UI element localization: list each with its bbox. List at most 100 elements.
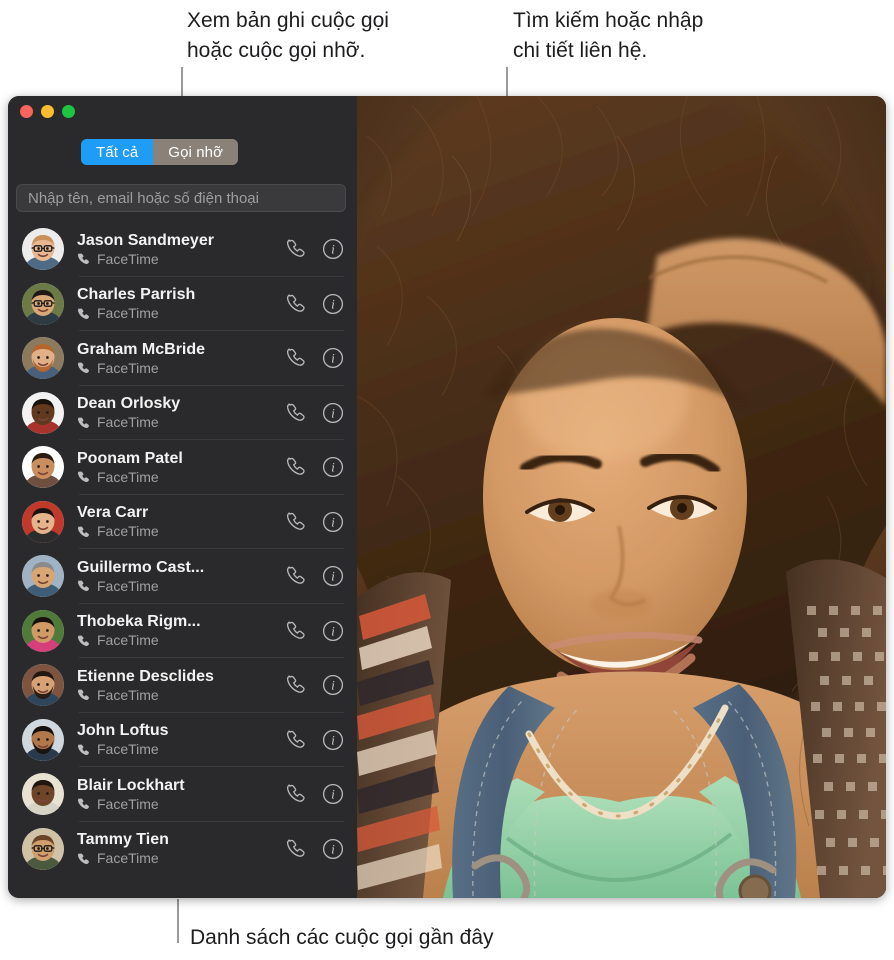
call-button[interactable] (286, 347, 308, 369)
info-button[interactable]: i (322, 402, 344, 424)
tab-all-calls[interactable]: Tất cả (81, 139, 154, 165)
info-button[interactable]: i (322, 729, 344, 751)
row-actions: i (286, 402, 344, 424)
call-button[interactable] (286, 238, 308, 260)
call-button[interactable] (286, 674, 308, 696)
call-button[interactable] (286, 620, 308, 642)
info-button[interactable]: i (322, 293, 344, 315)
info-button[interactable]: i (322, 620, 344, 642)
contact-service-label: FaceTime (97, 795, 159, 812)
avatar-image (22, 500, 64, 543)
info-button[interactable]: i (322, 347, 344, 369)
info-button[interactable]: i (322, 565, 344, 587)
contact-row[interactable]: Tammy Tien FaceTime i (8, 822, 357, 877)
info-icon: i (322, 784, 344, 805)
info-button[interactable]: i (322, 783, 344, 805)
contact-info: Thobeka Rigm... FaceTime (77, 612, 286, 649)
contact-name: John Loftus (77, 722, 169, 740)
contact-name: Thobeka Rigm... (77, 613, 201, 631)
contact-service-label: FaceTime (97, 741, 159, 758)
contact-row[interactable]: Graham McBride FaceTime i (8, 331, 357, 386)
call-button[interactable] (286, 783, 308, 805)
row-actions: i (286, 238, 344, 260)
contact-service-label: FaceTime (97, 577, 159, 594)
call-button[interactable] (286, 838, 308, 860)
svg-text:i: i (331, 570, 335, 584)
row-actions: i (286, 783, 344, 805)
info-button[interactable]: i (322, 674, 344, 696)
phone-handset-icon (77, 579, 91, 593)
contact-name: Poonam Patel (77, 449, 183, 467)
phone-handset-icon (77, 307, 91, 321)
contact-info: Vera Carr FaceTime (77, 503, 286, 540)
contact-row[interactable]: Blair Lockhart FaceTime i (8, 767, 357, 822)
avatar-image (22, 391, 64, 434)
contact-name: Dean Orlosky (77, 395, 181, 413)
contact-row[interactable]: Guillermo Cast... FaceTime i (8, 549, 357, 604)
phone-handset-icon (77, 580, 89, 592)
contact-service: FaceTime (77, 469, 286, 486)
video-call-image (357, 96, 886, 898)
svg-text:i: i (331, 733, 335, 747)
call-button[interactable] (286, 293, 308, 315)
close-window-button[interactable] (20, 105, 33, 118)
contact-service: FaceTime (77, 523, 286, 540)
contact-row[interactable]: Dean Orlosky FaceTime i (8, 386, 357, 441)
info-button[interactable]: i (322, 511, 344, 533)
contact-row[interactable]: Jason Sandmeyer FaceTime i (8, 222, 357, 277)
call-button[interactable] (286, 402, 308, 424)
zoom-window-button[interactable] (62, 105, 75, 118)
info-icon: i (322, 457, 344, 478)
phone-handset-icon (286, 784, 305, 803)
contact-name: Guillermo Cast... (77, 558, 205, 576)
search-field[interactable]: Nhập tên, email hoặc số điện thoại (16, 184, 346, 212)
contact-service-label: FaceTime (97, 523, 159, 540)
info-button[interactable]: i (322, 238, 344, 260)
phone-handset-icon (77, 361, 91, 375)
callout-list-text: Danh sách các cuộc gọi gần đây (190, 926, 494, 949)
avatar (22, 446, 64, 489)
contact-row[interactable]: Charles Parrish FaceTime i (8, 277, 357, 332)
call-button[interactable] (286, 511, 308, 533)
info-icon: i (322, 348, 344, 369)
svg-text:i: i (331, 297, 335, 311)
svg-text:i: i (331, 679, 335, 693)
search-input-placeholder[interactable]: Nhập tên, email hoặc số điện thoại (28, 190, 259, 207)
contact-service-label: FaceTime (97, 250, 159, 267)
info-button[interactable]: i (322, 456, 344, 478)
phone-handset-icon (77, 689, 89, 701)
contact-row[interactable]: Vera Carr FaceTime i (8, 495, 357, 550)
avatar (22, 391, 64, 434)
contact-info: Poonam Patel FaceTime (77, 449, 286, 486)
avatar (22, 609, 64, 652)
contact-row[interactable]: Thobeka Rigm... FaceTime i (8, 604, 357, 659)
phone-handset-icon (77, 253, 89, 265)
phone-handset-icon (77, 744, 89, 755)
call-filter-segmented-control[interactable]: Tất cả Gọi nhỡ (81, 139, 239, 165)
contact-row[interactable]: John Loftus FaceTime i (8, 713, 357, 768)
row-actions: i (286, 293, 344, 315)
avatar-image (22, 555, 64, 598)
call-button[interactable] (286, 456, 308, 478)
avatar-image (22, 718, 64, 761)
phone-handset-icon (77, 252, 91, 266)
row-actions: i (286, 511, 344, 533)
phone-handset-icon (77, 471, 89, 483)
contact-row[interactable]: Poonam Patel FaceTime i (8, 440, 357, 495)
avatar-image (22, 664, 64, 707)
phone-handset-icon (77, 635, 89, 646)
minimize-window-button[interactable] (41, 105, 54, 118)
row-actions: i (286, 674, 344, 696)
phone-handset-icon (286, 620, 305, 639)
call-button[interactable] (286, 565, 308, 587)
info-icon: i (322, 838, 344, 859)
info-icon: i (322, 239, 344, 260)
call-button[interactable] (286, 729, 308, 751)
info-button[interactable]: i (322, 838, 344, 860)
phone-handset-icon (286, 293, 305, 312)
tab-missed-calls[interactable]: Gọi nhỡ (153, 139, 239, 165)
contact-row[interactable]: Etienne Desclides FaceTime i (8, 658, 357, 713)
avatar (22, 773, 64, 816)
video-call-view[interactable] (357, 96, 886, 898)
recent-calls-list[interactable]: Jason Sandmeyer FaceTime i Charles Parri… (8, 222, 357, 898)
